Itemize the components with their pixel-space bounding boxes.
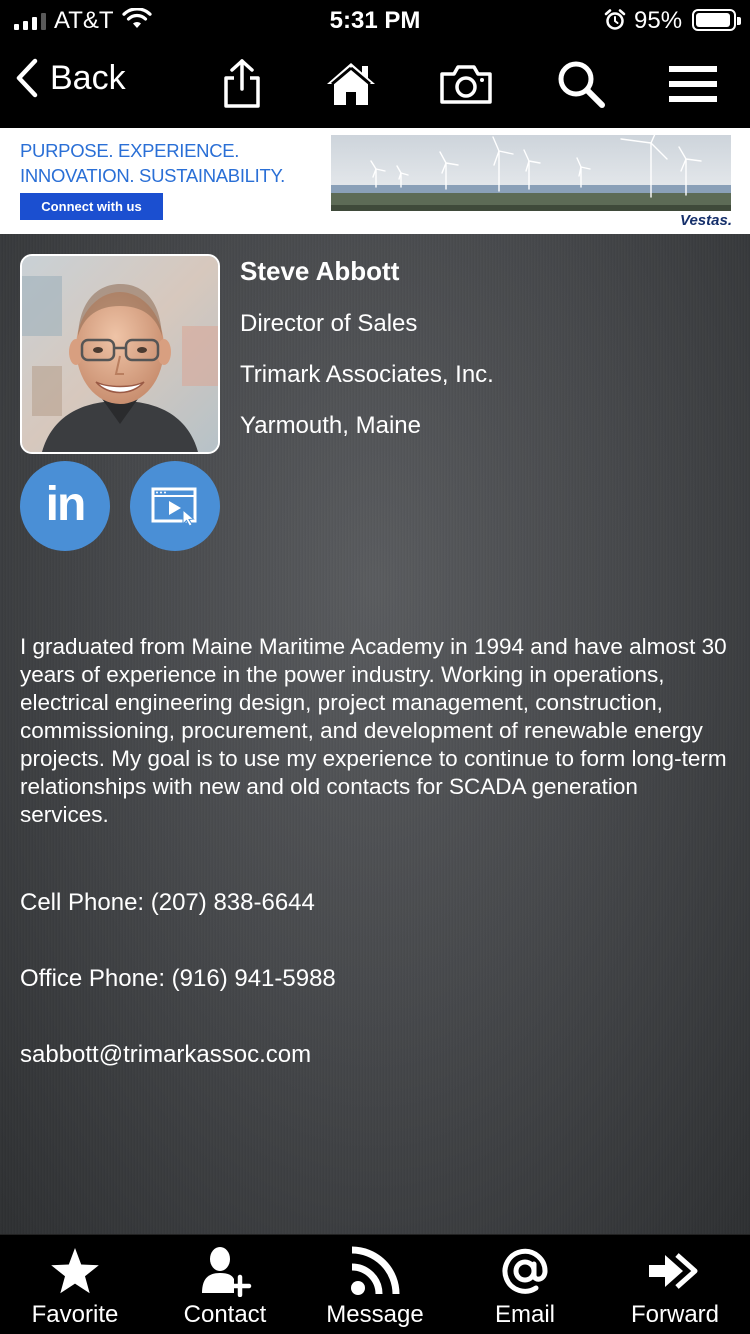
ad-connect-button[interactable]: Connect with us — [20, 193, 163, 220]
vestas-logo: Vestas. — [680, 212, 732, 229]
profile-content: Steve Abbott Director of Sales Trimark A… — [0, 234, 750, 1234]
profile-location: Yarmouth, Maine — [240, 412, 421, 439]
tab-label: Email — [494, 1301, 555, 1328]
forward-icon — [600, 1241, 750, 1301]
share-icon[interactable] — [214, 56, 270, 112]
profile-company: Trimark Associates, Inc. — [240, 361, 494, 388]
star-icon — [0, 1241, 150, 1301]
linkedin-button[interactable]: in — [20, 461, 110, 551]
email-link[interactable]: sabbott@trimarkassoc.com — [20, 1041, 311, 1069]
tab-contact[interactable]: Contact — [150, 1235, 300, 1334]
tab-label: Message — [326, 1301, 424, 1328]
wind-farm-image — [331, 128, 731, 211]
tab-label: Contact — [183, 1301, 267, 1328]
menu-icon[interactable] — [665, 56, 721, 112]
tab-forward[interactable]: Forward — [600, 1235, 750, 1334]
back-label: Back — [50, 58, 126, 97]
battery-percentage: 95% — [634, 7, 683, 34]
tab-label: Forward — [630, 1301, 720, 1328]
profile-job-title: Director of Sales — [240, 310, 418, 337]
browser-window-icon — [151, 487, 197, 526]
linkedin-icon: in — [45, 477, 87, 531]
rss-icon — [300, 1241, 450, 1301]
profile-name: Steve Abbott — [240, 256, 400, 286]
ad-banner[interactable]: PURPOSE. EXPERIENCE. INNOVATION. SUSTAIN… — [0, 128, 750, 234]
camera-icon[interactable] — [438, 56, 494, 112]
add-contact-icon — [150, 1241, 300, 1301]
back-button[interactable]: Back — [14, 58, 126, 98]
search-icon[interactable] — [553, 56, 609, 112]
tab-message[interactable]: Message — [300, 1235, 450, 1334]
alarm-icon — [604, 9, 626, 36]
website-button[interactable] — [130, 461, 220, 551]
at-icon — [450, 1241, 600, 1301]
home-icon[interactable] — [323, 56, 379, 112]
tab-label: Favorite — [31, 1301, 119, 1328]
battery-icon — [692, 9, 741, 31]
status-bar: AT&T 5:31 PM 95% — [0, 0, 750, 40]
avatar — [20, 254, 220, 454]
chevron-left-icon — [16, 58, 38, 98]
navigation-bar: Back — [0, 40, 750, 128]
cell-phone-link[interactable]: Cell Phone: (207) 838-6644 — [20, 889, 315, 917]
tab-email[interactable]: Email — [450, 1235, 600, 1334]
tab-favorite[interactable]: Favorite — [0, 1235, 150, 1334]
office-phone-link[interactable]: Office Phone: (916) 941-5988 — [20, 965, 336, 993]
profile-bio: I graduated from Maine Maritime Academy … — [20, 634, 727, 827]
ad-headline-line2: INNOVATION. SUSTAINABILITY. — [20, 165, 286, 186]
bottom-tab-bar: Favorite Contact Message Email Forward — [0, 1234, 750, 1334]
ad-headline-line1: PURPOSE. EXPERIENCE. — [20, 140, 240, 161]
